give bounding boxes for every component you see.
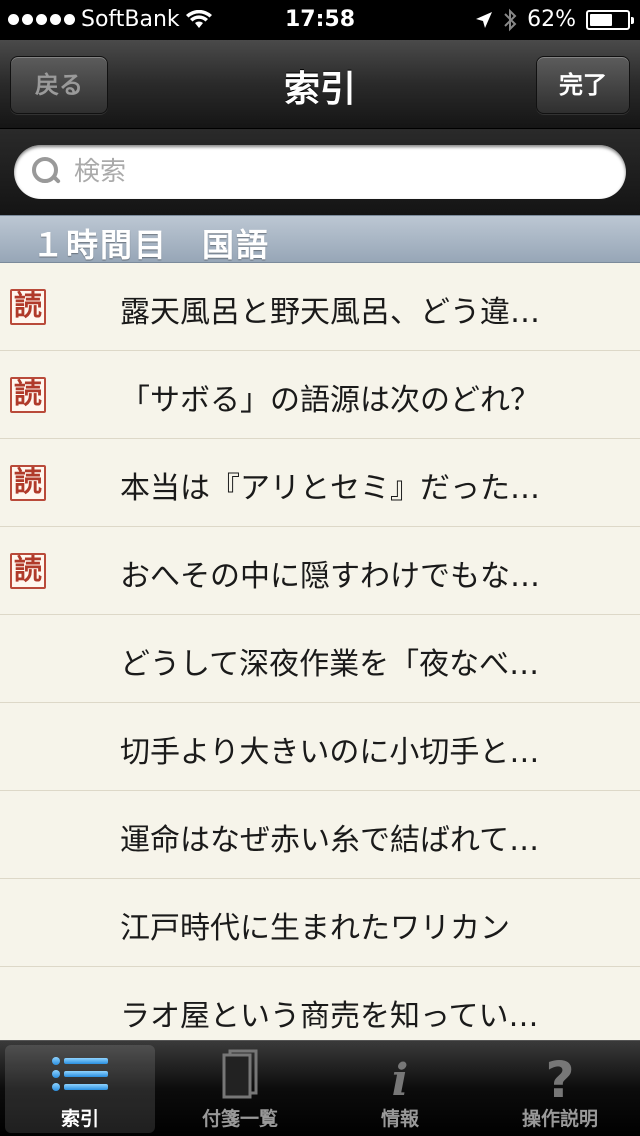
list-item[interactable]: 読 「サボる」の語源は次のどれ？ — [0, 351, 640, 439]
navigation-bar: 戻る 索引 完了 — [0, 40, 640, 129]
svg-text:i: i — [392, 1055, 409, 1101]
search-input[interactable] — [72, 156, 596, 188]
section-title: １時間目 国語 — [32, 226, 271, 264]
status-bar: SoftBank 17:58 62% — [0, 0, 640, 40]
read-badge-icon: 読 — [10, 553, 46, 589]
list-item-title: どうして深夜作業を「夜なべ… — [120, 647, 540, 682]
battery-percent: 62% — [527, 7, 576, 32]
list-item[interactable]: ラオ屋という商売を知ってい… — [0, 967, 640, 1040]
tab-index-label: 索引 — [60, 1108, 99, 1130]
tab-info-label: 情報 — [380, 1108, 419, 1130]
tab-sticky-notes-label: 付箋一覧 — [201, 1108, 278, 1130]
list-item-title: おへその中に隠すわけでもな… — [120, 559, 540, 594]
help-icon: ? — [545, 1051, 574, 1101]
list-item-title: 露天風呂と野天風呂、どう違… — [120, 295, 540, 330]
tab-sticky-notes[interactable]: 付箋一覧 — [160, 1041, 320, 1136]
list-item-title: 運命はなぜ赤い糸で結ばれて… — [120, 823, 540, 858]
list-item[interactable]: 切手より大きいのに小切手と… — [0, 703, 640, 791]
read-badge-icon: 読 — [10, 377, 46, 413]
list-item[interactable]: どうして深夜作業を「夜なべ… — [0, 615, 640, 703]
list-item-title: 江戸時代に生まれたワリカン — [120, 911, 510, 946]
read-badge-icon: 読 — [10, 289, 46, 325]
section-header: １時間目 国語 — [0, 215, 640, 264]
list-item-title: ラオ屋という商売を知ってい… — [120, 999, 539, 1034]
list-item[interactable]: 江戸時代に生まれたワリカン — [0, 879, 640, 967]
list-item-title: 本当は『アリとセミ』だった… — [120, 471, 540, 506]
battery-fill — [590, 13, 613, 26]
status-right: 62% — [475, 7, 634, 32]
list-item-title: 切手より大きいのに小切手と… — [120, 735, 540, 770]
search-bar — [0, 129, 640, 215]
list-item-title: 「サボる」の語源は次のどれ？ — [120, 383, 540, 418]
info-icon: i — [392, 1055, 409, 1101]
list-item[interactable]: 運命はなぜ赤い糸で結ばれて… — [0, 791, 640, 879]
battery-icon — [586, 9, 634, 30]
read-badge-icon: 読 — [10, 465, 46, 501]
tab-bar: 索引 付箋一覧 i 情報 ? 操作説明 — [0, 1040, 640, 1136]
question-list[interactable]: 読露天風呂と野天風呂、どう違… 読「サボる」の語源は次のどれ？読本当は『アリとセミ… — [0, 263, 640, 1040]
search-field[interactable] — [14, 145, 626, 199]
tab-index[interactable]: 索引 — [0, 1041, 160, 1136]
location-arrow-icon — [476, 11, 493, 28]
list-item[interactable]: 読 露天風呂と野天風呂、どう違… — [0, 263, 640, 351]
done-button[interactable]: 完了 — [536, 56, 630, 114]
sticky-notes-icon — [222, 1049, 258, 1099]
tab-info[interactable]: i 情報 — [320, 1041, 480, 1136]
list-item[interactable]: 読 おへその中に隠すわけでもな… — [0, 527, 640, 615]
list-item[interactable]: 読 本当は『アリとセミ』だった… — [0, 439, 640, 527]
list-icon — [52, 1057, 108, 1091]
svg-text:?: ? — [545, 1051, 574, 1101]
tab-help-label: 操作説明 — [521, 1108, 598, 1130]
bluetooth-icon — [504, 8, 517, 31]
search-icon — [32, 157, 62, 187]
tab-help[interactable]: ? 操作説明 — [480, 1041, 640, 1136]
app: SoftBank 17:58 62% 戻る 索引 完了 検索 １時間目 国語 読… — [0, 0, 640, 1136]
